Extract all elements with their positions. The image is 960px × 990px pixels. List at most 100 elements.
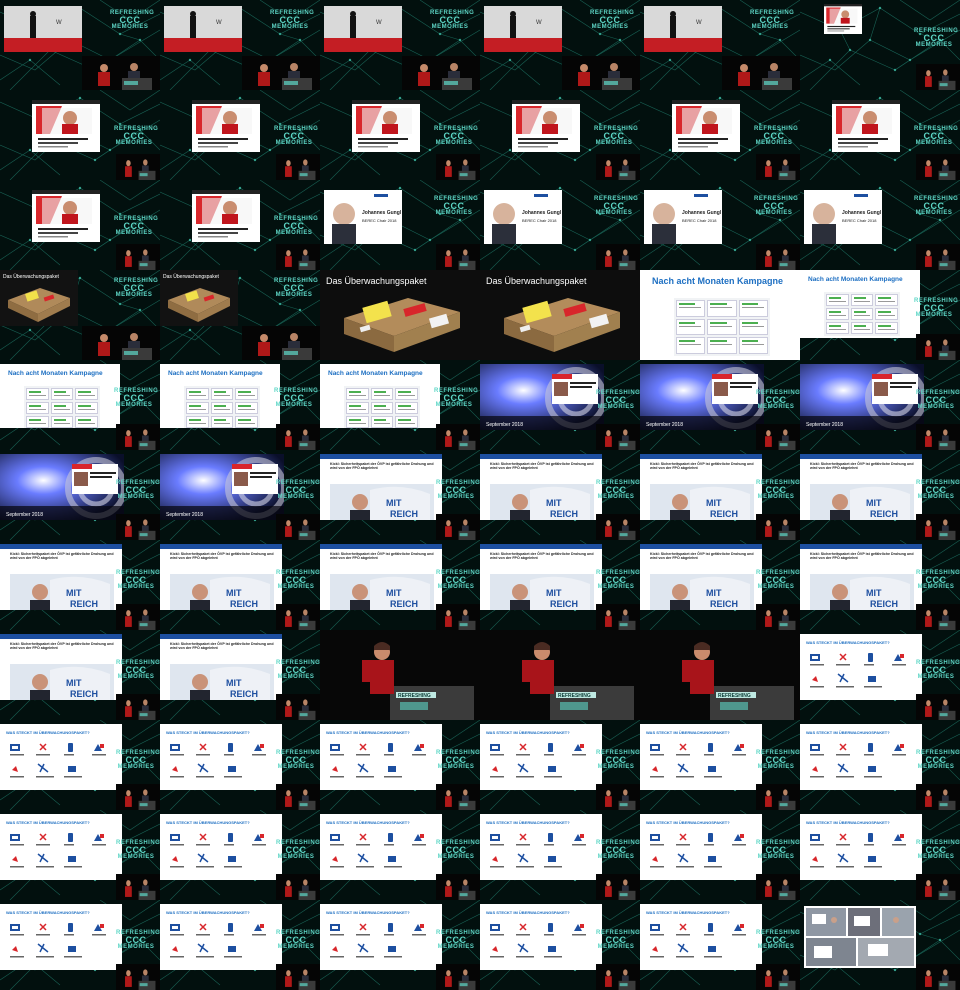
thumbnail-tile[interactable]: Nach acht Monaten Kampagne REFRESHING CCC M… (320, 360, 480, 450)
thumbnail-tile[interactable]: WAS STECKT IM ÜBERWACHUNGSPAKET? REFRESH… (640, 810, 800, 900)
thumbnail-tile[interactable]: WAS STECKT IM ÜBERWACHUNGSPAKET? REFRESH… (0, 810, 160, 900)
thumbnail-tile[interactable]: Nach acht Monaten Kampagne (640, 270, 800, 360)
svg-text:REICH: REICH (550, 509, 578, 519)
thumbnail-tile[interactable]: Nach acht Monaten Kampagne REFRESHING CCC M… (160, 360, 320, 450)
thumbnail-tile[interactable]: Kickl: Sicherheitspaket der ÖVP ist gefä… (800, 450, 960, 540)
logo-line-2: CCC (445, 935, 467, 945)
thumbnail-tile[interactable]: WAS STECKT IM ÜBERWACHUNGSPAKET? REFRESH… (160, 810, 320, 900)
ueberwachung-title: WAS STECKT IM ÜBERWACHUNGSPAKET? (646, 910, 730, 915)
thumbnail-tile[interactable]: W REFRESHING CCC MEMORIES (160, 0, 320, 90)
thumbnail-tile[interactable] (800, 900, 960, 990)
thumbnail-tile[interactable]: REFRESHING CCC MEMORIES (800, 0, 960, 90)
refreshing-memories-logo: REFRESHING CCC MEMORIES (756, 390, 800, 418)
thumbnail-tile[interactable]: REFRESHING CCC MEMORIES (800, 90, 960, 180)
thumbnail-tile[interactable]: REFRESHING REFRESHING (320, 630, 480, 720)
article-topbar (800, 454, 922, 459)
logo-line-3: MEMORIES (117, 764, 155, 770)
thumbnail-tile[interactable]: WAS STECKT IM ÜBERWACHUNGSPAKET? REFRESH… (320, 810, 480, 900)
speakers-inset (756, 964, 800, 990)
thumbnail-tile[interactable]: Kickl: Sicherheitspaket der ÖVP ist gefä… (480, 450, 640, 540)
thumbnail-tile[interactable]: Kickl: Sicherheitspaket der ÖVP ist gefä… (320, 450, 480, 540)
thumbnail-tile[interactable]: REFRESHING CCC MEMORIES (0, 180, 160, 270)
thumbnail-tile[interactable]: W REFRESHING CCC MEMORIES (480, 0, 640, 90)
thumbnail-tile[interactable]: W REFRESHING CCC MEMORIES (640, 0, 800, 90)
thumbnail-tile[interactable]: WAS STECKT IM ÜBERWACHUNGSPAKET? REFRESH… (160, 720, 320, 810)
measure-icons (168, 742, 278, 786)
logo-line-2: CCC (765, 485, 787, 495)
logo-line-3: MEMORIES (115, 292, 153, 298)
thumbnail-tile[interactable]: WAS STECKT IM ÜBERWACHUNGSPAKET? REFRESH… (0, 900, 160, 990)
logo-line-3: MEMORIES (117, 674, 155, 680)
thumbnail-tile[interactable]: Kickl: Sicherheitspaket der ÖVP ist gefä… (0, 540, 160, 630)
thumbnail-tile[interactable]: REFRESHING REFRESHING (480, 630, 640, 720)
refreshing-memories-logo: REFRESHING CCC MEMORIES (436, 840, 480, 868)
thumbnail-tile[interactable]: Kickl: Sicherheitspaket der ÖVP ist gefä… (0, 630, 160, 720)
thumbnail-tile[interactable]: REFRESHING CCC MEMORIES (480, 90, 640, 180)
thumbnail-tile[interactable]: REFRESHING CCC MEMORIES (0, 90, 160, 180)
thumbnail-tile[interactable]: WAS STECKT IM ÜBERWACHUNGSPAKET? REFRESH… (320, 900, 480, 990)
thumbnail-tile[interactable]: Kickl: Sicherheitspaket der ÖVP ist gefä… (800, 540, 960, 630)
thumbnail-tile[interactable]: WAS STECKT IM ÜBERWACHUNGSPAKET? REFRESH… (160, 900, 320, 990)
thumbnail-tile[interactable]: WAS STECKT IM ÜBERWACHUNGSPAKET? REFRESH… (480, 810, 640, 900)
thumbnail-tile[interactable]: Das Überwachungspaket (320, 270, 480, 360)
september-caption: September 2018 (646, 422, 683, 428)
thumbnail-tile[interactable]: WAS STECKT IM ÜBERWACHUNGSPAKET? REFRESH… (0, 720, 160, 810)
thumbnail-tile[interactable]: Das Überwachungspaket (480, 270, 640, 360)
logo-line-2: CCC (283, 221, 305, 231)
thumbnail-tile[interactable]: September 2018 REFRESHING CCC MEMORIES (160, 450, 320, 540)
thumbnail-tile[interactable]: REFRESHING REFRESHING (640, 630, 800, 720)
speakers-inset (242, 326, 320, 360)
tweet-collage (344, 386, 420, 428)
article-portrait-slide (192, 100, 260, 152)
thumbnail-tile[interactable]: Kickl: Sicherheitspaket der ÖVP ist gefä… (480, 540, 640, 630)
thumbnail-tile[interactable]: Johannes Gungl BEREC Chair 2018 REFRESHING… (800, 180, 960, 270)
thumbnail-tile[interactable]: Nach acht Monaten Kampagne REFRESHING CCC M… (800, 270, 960, 360)
thumbnail-tile[interactable]: Kickl: Sicherheitspaket der ÖVP ist gefä… (640, 540, 800, 630)
thumbnail-tile[interactable]: W REFRESHING CCC MEMORIES (0, 0, 160, 90)
thumbnail-tile[interactable]: Nach acht Monaten Kampagne REFRESHING CCC M… (0, 360, 160, 450)
thumbnail-tile[interactable]: September 2018 REFRESHING CCC MEMORIES (800, 360, 960, 450)
speakers-inset (756, 604, 800, 630)
speakers-inset (116, 784, 160, 810)
thumbnail-tile[interactable]: WAS STECKT IM ÜBERWACHUNGSPAKET? REFRESH… (800, 810, 960, 900)
thumbnail-tile[interactable]: September 2018 REFRESHING CCC MEMORIES (0, 450, 160, 540)
thumbnail-tile[interactable]: REFRESHING CCC MEMORIES (320, 90, 480, 180)
thumbnail-tile[interactable]: Kickl: Sicherheitspaket der ÖVP ist gefä… (160, 540, 320, 630)
thumbnail-tile[interactable]: REFRESHING CCC MEMORIES (160, 180, 320, 270)
thumbnail-tile[interactable]: WAS STECKT IM ÜBERWACHUNGSPAKET? REFRESH… (800, 720, 960, 810)
thumbnail-tile[interactable]: Johannes Gungl BEREC Chair 2018 REFRESHING… (480, 180, 640, 270)
logo-line-2: CCC (925, 755, 947, 765)
thumbnail-tile[interactable]: WAS STECKT IM ÜBERWACHUNGSPAKET? REFRESH… (640, 900, 800, 990)
speakers-inset (242, 56, 320, 90)
refreshing-memories-logo: REFRESHING CCC MEMORIES (750, 10, 794, 38)
speakers-inset (116, 964, 160, 990)
logo-line-2: CCC (125, 755, 147, 765)
measure-icons (648, 832, 758, 876)
refreshing-memories-logo: REFRESHING CCC MEMORIES (914, 196, 958, 224)
thumbnail-tile[interactable]: Kickl: Sicherheitspaket der ÖVP ist gefä… (640, 450, 800, 540)
thumbnail-tile[interactable]: Kickl: Sicherheitspaket der ÖVP ist gefä… (160, 630, 320, 720)
thumbnail-tile[interactable]: WAS STECKT IM ÜBERWACHUNGSPAKET? REFRESH… (800, 630, 960, 720)
measure-icons (8, 922, 118, 966)
thumbnail-tile[interactable]: September 2018 REFRESHING CCC MEMORIES (480, 360, 640, 450)
speakers-inset (756, 874, 800, 900)
thumbnail-tile[interactable]: W REFRESHING CCC MEMORIES (320, 0, 480, 90)
thumbnail-tile[interactable]: REFRESHING CCC MEMORIES (640, 90, 800, 180)
refreshing-memories-logo: REFRESHING CCC MEMORIES (116, 930, 160, 958)
paket-title: Das Überwachungspaket (326, 276, 427, 286)
thumbnail-tile[interactable]: WAS STECKT IM ÜBERWACHUNGSPAKET? REFRESH… (480, 720, 640, 810)
thumbnail-tile[interactable]: WAS STECKT IM ÜBERWACHUNGSPAKET? REFRESH… (320, 720, 480, 810)
thumbnail-tile[interactable]: REFRESHING CCC MEMORIES (160, 90, 320, 180)
logo-line-2: CCC (759, 15, 781, 25)
thumbnail-tile[interactable]: Das Überwachungspaket REFRESHING CCC MEMORI… (160, 270, 320, 360)
thumbnail-tile[interactable]: Das Überwachungspaket REFRESHING CCC MEMORI… (0, 270, 160, 360)
tweet-card (75, 416, 98, 428)
thumbnail-tile[interactable]: September 2018 REFRESHING CCC MEMORIES (640, 360, 800, 450)
logo-line-2: CCC (923, 33, 945, 43)
thumbnail-tile[interactable]: WAS STECKT IM ÜBERWACHUNGSPAKET? REFRESH… (640, 720, 800, 810)
thumbnail-tile[interactable]: Johannes Gungl BEREC Chair 2018 REFRESHING… (640, 180, 800, 270)
speakers-inset (116, 514, 160, 540)
thumbnail-tile[interactable]: WAS STECKT IM ÜBERWACHUNGSPAKET? REFRESH… (480, 900, 640, 990)
thumbnail-tile[interactable]: Johannes Gungl BEREC Chair 2018 REFRESHING… (320, 180, 480, 270)
thumbnail-tile[interactable]: Kickl: Sicherheitspaket der ÖVP ist gefä… (320, 540, 480, 630)
